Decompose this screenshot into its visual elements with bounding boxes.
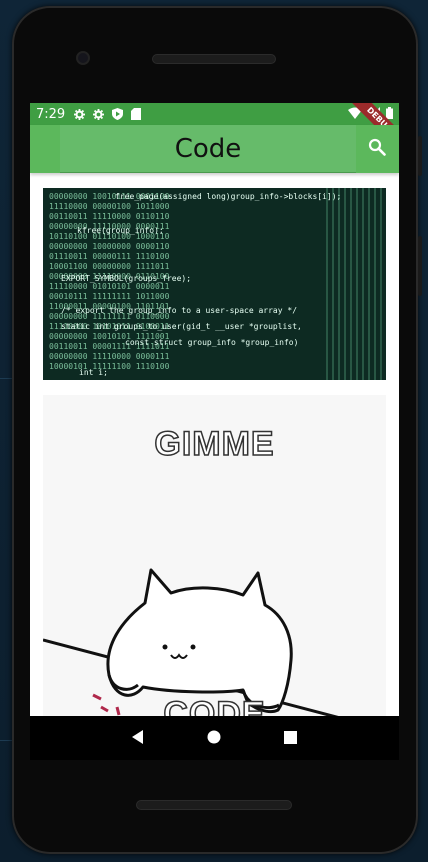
code-line: EXPORT_SYMBOL(groups_free); bbox=[61, 274, 192, 283]
bongo-cat-meme[interactable]: GIMME CODE bbox=[43, 395, 386, 716]
meme-bottom-text: CODE bbox=[163, 694, 266, 716]
gear-icon bbox=[73, 108, 85, 120]
back-button[interactable] bbox=[128, 728, 148, 748]
status-time: 7:29 bbox=[36, 106, 66, 122]
code-screen-image[interactable]: 00000000 10010111 0001100 11110000 00000… bbox=[43, 188, 386, 380]
volume-button[interactable] bbox=[418, 236, 422, 296]
code-line: static int groups_to_user(gid_t __user *… bbox=[61, 322, 302, 331]
gear-icon bbox=[92, 108, 104, 120]
code-rain-effect bbox=[326, 188, 386, 380]
code-line: int i; bbox=[79, 368, 108, 377]
page-title: Code bbox=[174, 133, 242, 164]
code-line: const struct group_info *group_info) bbox=[125, 338, 299, 347]
earpiece-speaker bbox=[152, 54, 276, 64]
title-container: Code bbox=[60, 125, 356, 173]
front-camera bbox=[76, 51, 90, 65]
sd-card-icon bbox=[130, 108, 142, 120]
recents-icon bbox=[284, 729, 298, 748]
search-icon bbox=[368, 138, 386, 160]
meme-top-text: GIMME bbox=[154, 424, 275, 464]
navigation-bar bbox=[30, 716, 399, 760]
bottom-speaker bbox=[136, 800, 292, 810]
back-icon bbox=[131, 729, 145, 748]
recents-button[interactable] bbox=[281, 728, 301, 748]
shield-icon bbox=[111, 108, 123, 120]
status-bar: 7:29 DEBUG bbox=[30, 103, 399, 154]
power-button[interactable] bbox=[418, 136, 422, 176]
bongo-cat-illustration bbox=[43, 568, 339, 716]
home-button[interactable] bbox=[204, 728, 224, 748]
app-bar: Code bbox=[30, 125, 399, 173]
image-list[interactable]: 00000000 10010111 0001100 11110000 00000… bbox=[30, 173, 399, 716]
home-icon bbox=[207, 729, 221, 748]
device-screen: 7:29 DEBUG Code 00000000 10010111 000110… bbox=[30, 103, 399, 716]
search-button[interactable] bbox=[365, 137, 389, 161]
code-line: free_page(assigned long)group_info->bloc… bbox=[115, 192, 342, 201]
code-line: kfree(group_info); bbox=[77, 226, 164, 235]
code-line: /* export the group_info to a user-space… bbox=[61, 306, 298, 315]
